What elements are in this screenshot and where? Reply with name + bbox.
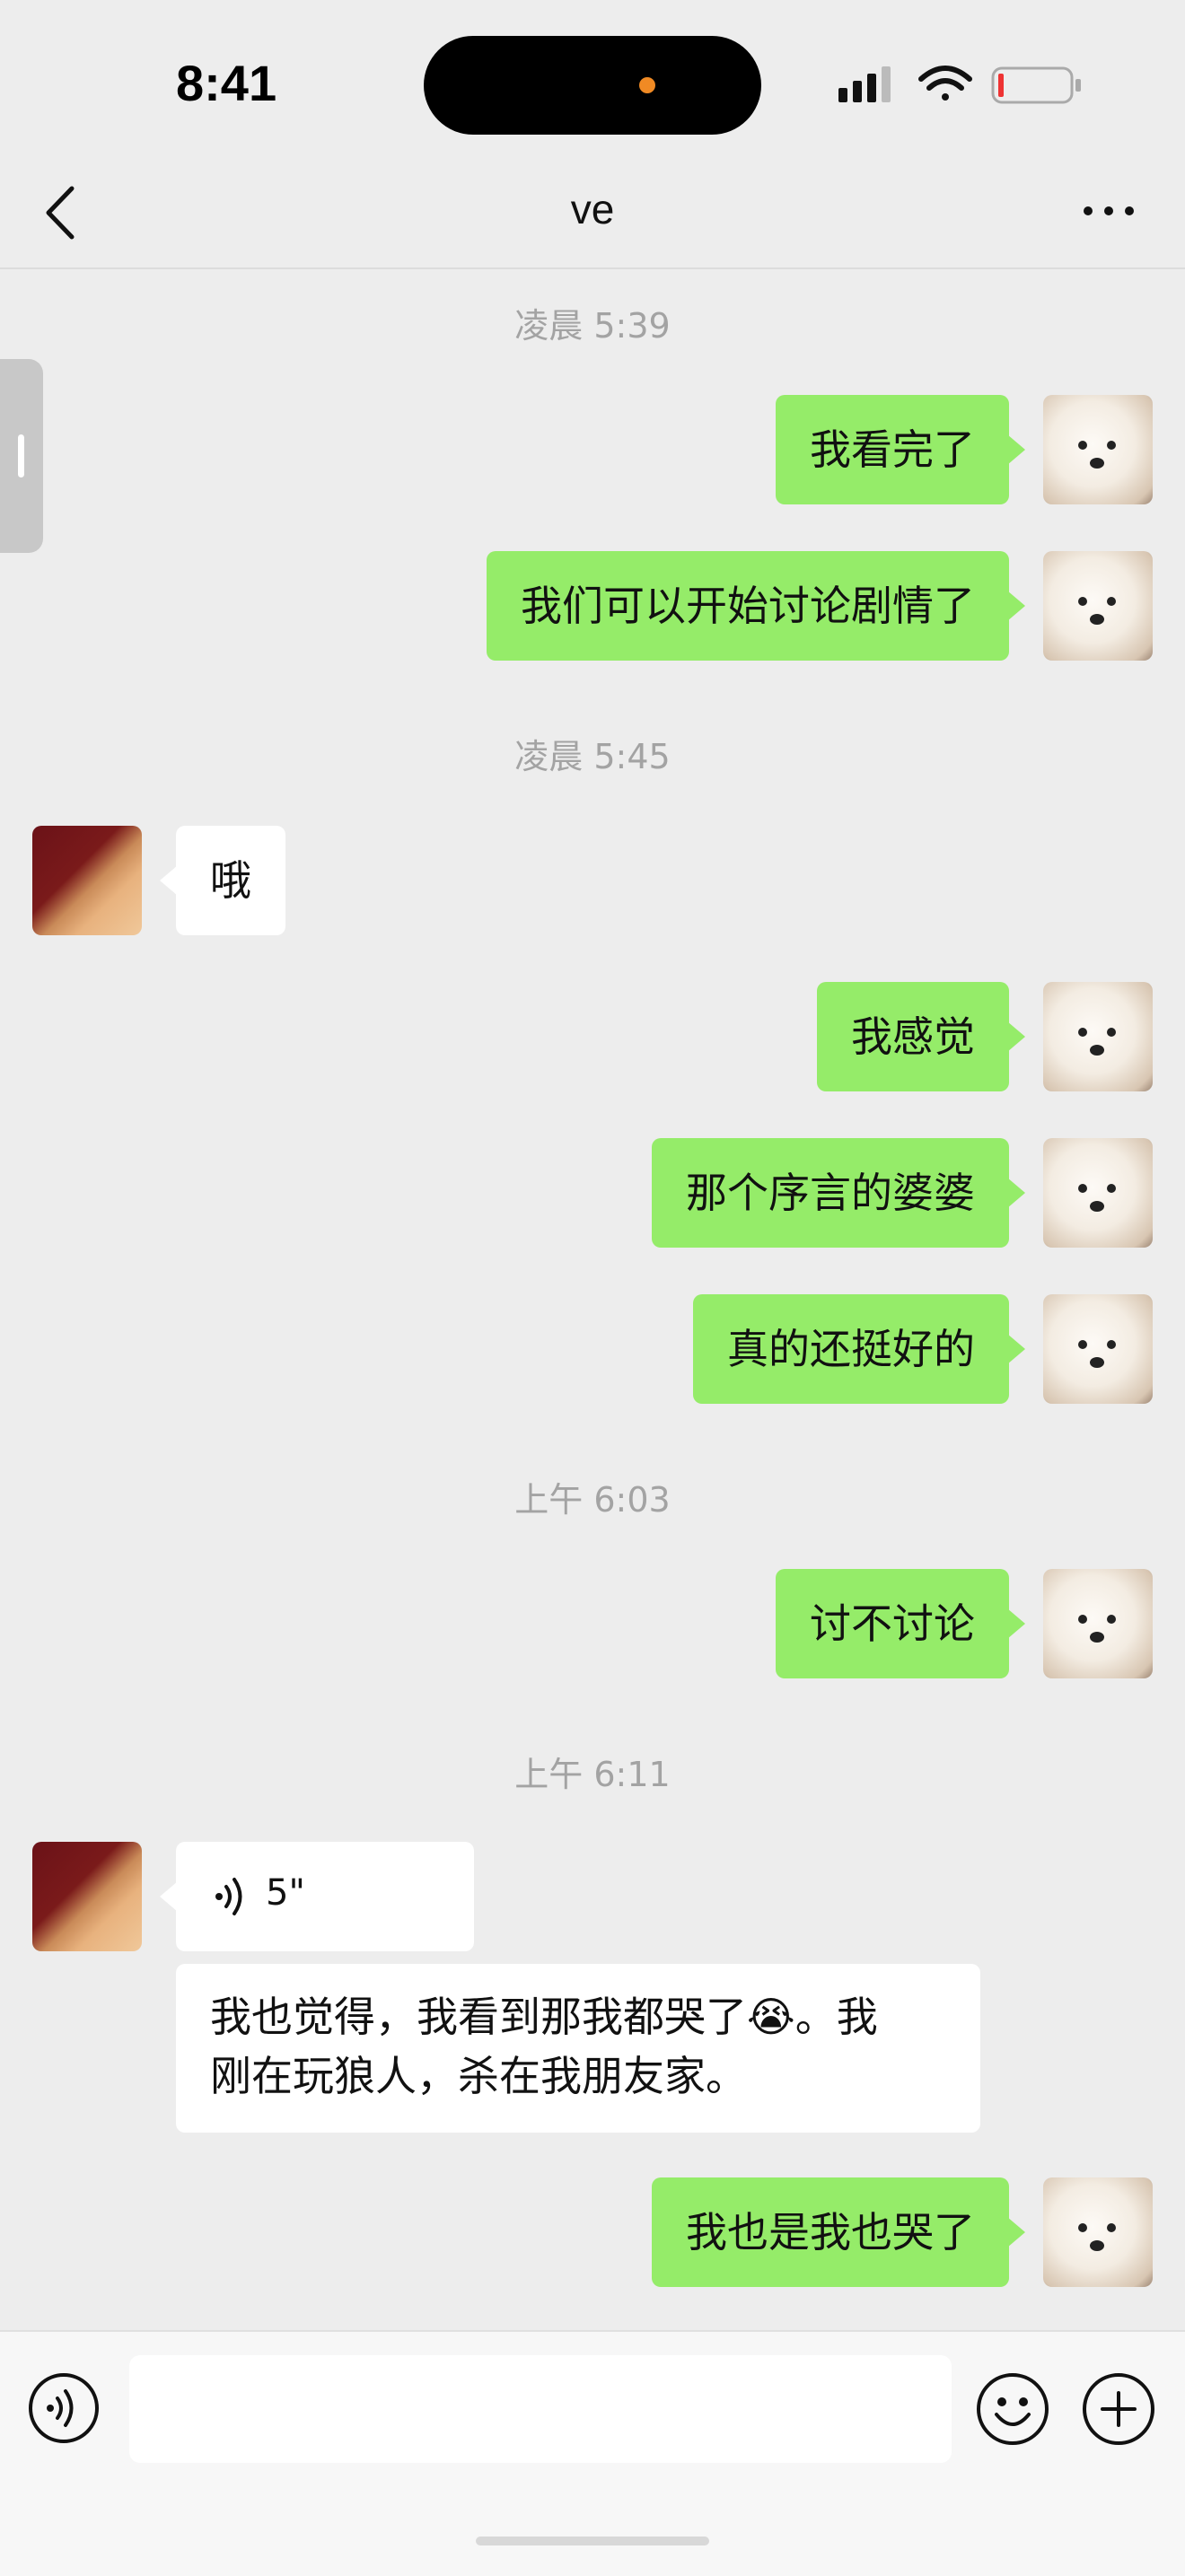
my-avatar[interactable] bbox=[1043, 1138, 1153, 1248]
received-message-bubble[interactable]: 哦 bbox=[160, 826, 285, 935]
sent-message-bubble[interactable]: 我们可以开始讨论剧情了 bbox=[487, 551, 1025, 661]
voice-duration: 5" bbox=[266, 1872, 305, 1914]
more-dots-icon[interactable] bbox=[1077, 188, 1140, 233]
contact-avatar[interactable] bbox=[32, 1842, 142, 1951]
chat-header: ve bbox=[0, 162, 1185, 269]
contact-avatar[interactable] bbox=[32, 826, 142, 935]
my-avatar[interactable] bbox=[1043, 1569, 1153, 1678]
my-avatar[interactable] bbox=[1043, 1294, 1153, 1404]
message-timestamp: 上午 6:11 bbox=[514, 1755, 671, 1794]
voice-transcript-bubble[interactable]: 我也觉得，我看到那我都哭了😭。我 刚在玩狼人，杀在我朋友家。 bbox=[176, 1964, 980, 2133]
sent-message-bubble[interactable]: 真的还挺好的 bbox=[693, 1294, 1025, 1404]
voice-message-bubble[interactable]: 5" bbox=[160, 1842, 474, 1951]
status-icons bbox=[838, 66, 1081, 104]
voice-wave-icon bbox=[215, 1878, 242, 1915]
side-drawer-handle[interactable] bbox=[0, 359, 43, 553]
battery-icon bbox=[991, 66, 1081, 104]
my-avatar[interactable] bbox=[1043, 982, 1153, 1091]
sent-message-bubble[interactable]: 那个序言的婆婆 bbox=[652, 1138, 1025, 1248]
home-indicator[interactable] bbox=[476, 2537, 709, 2545]
sent-message-bubble[interactable]: 我看完了 bbox=[776, 395, 1025, 504]
signal-icon bbox=[838, 66, 891, 102]
status-time: 8:41 bbox=[176, 55, 277, 111]
status-bar: 8:41 bbox=[0, 0, 1185, 162]
wifi-icon bbox=[918, 66, 972, 101]
message-input[interactable] bbox=[129, 2355, 952, 2463]
recording-indicator-dot bbox=[639, 77, 655, 93]
message-timestamp: 凌晨 5:39 bbox=[514, 306, 671, 346]
sent-message-bubble[interactable]: 讨不讨论 bbox=[776, 1569, 1025, 1678]
sent-message-bubble[interactable]: 我感觉 bbox=[817, 982, 1025, 1091]
message-timestamp: 凌晨 5:45 bbox=[514, 737, 671, 776]
smiley-icon[interactable] bbox=[975, 2371, 1050, 2447]
message-timestamp: 上午 6:03 bbox=[514, 1480, 671, 1520]
plus-icon[interactable] bbox=[1081, 2371, 1156, 2447]
transcript-line: 我也觉得，我看到那我都哭了😭。我 bbox=[210, 1993, 878, 2041]
dynamic-island bbox=[424, 36, 761, 135]
my-avatar[interactable] bbox=[1043, 395, 1153, 504]
sent-message-bubble[interactable]: 我也是我也哭了 bbox=[652, 2177, 1025, 2287]
my-avatar[interactable] bbox=[1043, 2177, 1153, 2287]
my-avatar[interactable] bbox=[1043, 551, 1153, 661]
transcript-line: 刚在玩狼人，杀在我朋友家。 bbox=[210, 2052, 747, 2100]
voice-icon[interactable] bbox=[27, 2371, 101, 2445]
chat-title: ve bbox=[570, 186, 615, 232]
